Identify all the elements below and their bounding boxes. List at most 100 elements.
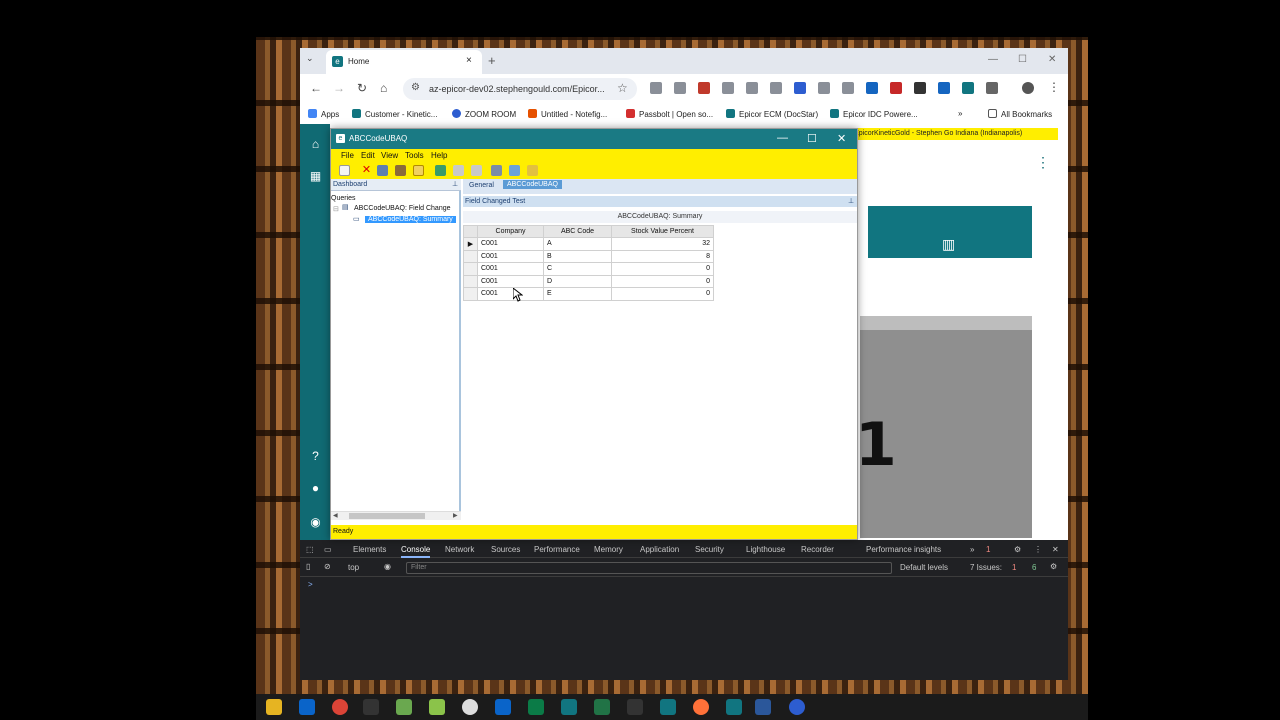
outlook-icon[interactable] (299, 699, 315, 715)
context-select[interactable]: top (348, 563, 359, 572)
tab-security[interactable]: Security (695, 545, 724, 554)
extension-icon[interactable] (746, 82, 758, 94)
settings-gear-icon[interactable]: ⚙ (1014, 545, 1021, 554)
home-icon[interactable]: ⌂ (309, 138, 322, 151)
extension-icon[interactable] (674, 82, 686, 94)
page-menu-icon[interactable]: ⋮ (1036, 154, 1050, 171)
profile-avatar-icon[interactable] (1022, 82, 1034, 94)
cell-pct[interactable]: 0 (611, 287, 714, 301)
bookmark-customer[interactable]: Customer - Kinetic... (352, 109, 437, 119)
zoom-icon[interactable] (789, 699, 805, 715)
inspect-icon[interactable]: ⬚ (306, 545, 314, 554)
menu-file[interactable]: File (341, 151, 354, 160)
tab-performance-insights[interactable]: Performance insights (866, 545, 941, 554)
more-tabs-icon[interactable]: » (970, 545, 974, 554)
bookmark-all[interactable]: All Bookmarks (988, 109, 1052, 119)
live-expression-icon[interactable]: ◉ (384, 562, 391, 571)
clear-console-icon[interactable]: ⊘ (324, 562, 331, 571)
save-icon[interactable] (377, 165, 388, 176)
scroll-thumb[interactable] (349, 513, 425, 519)
console-filter-input[interactable]: Filter (406, 562, 892, 574)
epicor-icon[interactable] (660, 699, 676, 715)
tab-elements[interactable]: Elements (353, 545, 386, 554)
maximize-icon[interactable]: ☐ (1018, 54, 1027, 65)
pin-icon[interactable]: ⊥ (452, 180, 458, 188)
cell-pct[interactable]: 8 (611, 249, 714, 263)
tab-general[interactable]: General (469, 182, 494, 189)
cell-company[interactable]: C001 (477, 249, 544, 263)
tab-abccodeubaq[interactable]: ABCCodeUBAQ (503, 180, 562, 189)
tab-home[interactable]: e Home × (326, 50, 482, 74)
chrome-icon[interactable] (332, 699, 348, 715)
bookmark-untitled[interactable]: Untitled - Notefig... (528, 109, 607, 119)
delete-icon[interactable]: ✕ (361, 165, 372, 176)
print-icon[interactable] (491, 165, 502, 176)
reload-icon[interactable]: ↻ (357, 81, 367, 95)
edit-icon[interactable] (453, 165, 464, 176)
forward-icon[interactable]: → (333, 81, 345, 95)
bookmark-star-icon[interactable]: ☆ (617, 81, 628, 95)
close-devtools-icon[interactable]: ✕ (1052, 545, 1059, 554)
console-settings-icon[interactable]: ⚙ (1050, 562, 1057, 571)
tree-node-summary[interactable]: ABCCodeUBAQ: Summary (365, 216, 456, 223)
console-prompt[interactable]: > (308, 580, 313, 589)
tab-application[interactable]: Application (640, 545, 679, 554)
cell-pct[interactable]: 0 (611, 262, 714, 276)
minimize-icon[interactable]: — (777, 132, 788, 144)
row-indicator-icon[interactable]: ▶ (463, 237, 478, 251)
address-bar[interactable]: ⚙ az-epicor-dev02.stephengould.com/Epico… (403, 78, 637, 100)
issues-label[interactable]: 7 Issues: (970, 563, 1002, 572)
help-icon[interactable]: ? (309, 450, 322, 463)
scroll-left-icon[interactable]: ◀ (333, 512, 338, 519)
minimize-icon[interactable]: — (988, 54, 998, 65)
tab-memory[interactable]: Memory (594, 545, 623, 554)
terminal-icon[interactable] (363, 699, 379, 715)
tree-node-field-change[interactable]: ABCCodeUBAQ: Field Change (354, 205, 451, 212)
file-explorer-icon[interactable] (266, 699, 282, 715)
bookmark-apps[interactable]: Apps (308, 109, 339, 119)
home-tile[interactable]: ▥ (868, 206, 1032, 258)
tab-search-icon[interactable]: ⌄ (306, 53, 314, 64)
dialog-titlebar[interactable]: e ABCCodeUBAQ — ☐ ✕ (331, 129, 857, 149)
bell-icon[interactable]: ● (309, 482, 322, 495)
extension-icon[interactable] (914, 82, 926, 94)
row-selector[interactable] (463, 262, 478, 276)
tab-performance[interactable]: Performance (534, 545, 580, 554)
cell-code[interactable]: E (543, 287, 612, 301)
excel-icon[interactable] (594, 699, 610, 715)
row-selector[interactable] (463, 274, 478, 288)
cell-pct[interactable]: 32 (611, 237, 714, 251)
user-icon[interactable]: ◉ (309, 516, 322, 529)
extension-icon[interactable] (818, 82, 830, 94)
zoom-extension-icon[interactable] (794, 82, 806, 94)
back-icon[interactable]: ← (310, 81, 322, 95)
table-row[interactable]: C001 D 0 (463, 274, 714, 288)
tab-network[interactable]: Network (445, 545, 474, 554)
app-icon[interactable] (429, 699, 445, 715)
cell-company[interactable]: C001 (477, 274, 544, 288)
maximize-icon[interactable]: ☐ (807, 132, 817, 145)
extension-icon[interactable] (842, 82, 854, 94)
print-preview-icon[interactable] (509, 165, 520, 176)
site-info-icon[interactable]: ⚙ (411, 82, 420, 93)
teams-icon[interactable] (528, 699, 544, 715)
tab-console[interactable]: Console (401, 545, 431, 558)
table-row[interactable]: C001 E 0 (463, 287, 714, 301)
table-row[interactable]: C001 C 0 (463, 262, 714, 276)
attachment-icon[interactable] (527, 165, 538, 176)
menu-help[interactable]: Help (431, 151, 447, 160)
pin-icon[interactable]: ⊥ (848, 197, 854, 205)
menu-view[interactable]: View (381, 151, 398, 160)
device-toggle-icon[interactable]: ▭ (324, 545, 332, 554)
lambda-icon[interactable] (627, 699, 643, 715)
devtools-menu-icon[interactable]: ⋮ (1034, 545, 1042, 554)
extension-icon[interactable] (770, 82, 782, 94)
cell-code[interactable]: A (543, 237, 612, 251)
extension-icon[interactable] (722, 82, 734, 94)
row-selector[interactable] (463, 287, 478, 301)
close-window-icon[interactable]: ✕ (1048, 54, 1056, 65)
error-badge[interactable]: 1 (986, 545, 990, 554)
sidebar-toggle-icon[interactable]: ▯ (306, 562, 310, 571)
tab-recorder[interactable]: Recorder (801, 545, 834, 554)
firefox-icon[interactable] (693, 699, 709, 715)
